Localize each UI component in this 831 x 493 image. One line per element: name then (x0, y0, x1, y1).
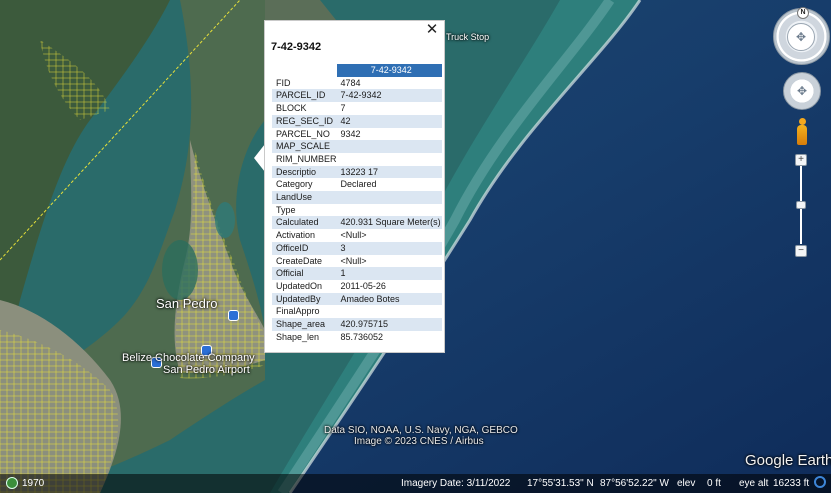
attribute-value: 42 (336, 114, 442, 128)
map-label-chocolate-company[interactable]: Belize Chocolate Company (122, 352, 255, 364)
imagery-date: Imagery Date: 3/11/2022 (401, 478, 511, 489)
attribute-row: Activation <Null> (272, 229, 442, 242)
latitude-readout: 17°55'31.53" N (527, 478, 594, 489)
attribute-row: FinalAppro (272, 305, 442, 319)
attribute-row: BLOCK 7 (272, 102, 442, 115)
attribute-key: BLOCK (272, 102, 337, 115)
attribute-value: 1 (336, 267, 442, 280)
map-label-airport[interactable]: San Pedro Airport (163, 364, 250, 376)
longitude-readout: 87°56'52.22" W (600, 478, 669, 489)
attribute-row: UpdatedOn 2011-05-26 (272, 279, 442, 293)
move-icon[interactable]: ✥ (787, 23, 815, 51)
attribute-value (336, 203, 442, 217)
attribute-key: PARCEL_NO (272, 127, 337, 141)
attribute-value: 85.736052 (336, 330, 442, 344)
attribute-value (336, 305, 442, 319)
attribute-value: 13223 17 (336, 165, 442, 179)
street-view-pegman-icon[interactable] (796, 118, 808, 146)
imagery-copyright: Image © 2023 CNES / Airbus (354, 436, 484, 447)
attribute-key: Official (272, 267, 337, 280)
hand-pan-icon[interactable]: ✥ (793, 82, 811, 100)
attribute-row: Calculated 420.931 Square Meter(s) (272, 216, 442, 230)
attribute-row: FID 4784 (272, 76, 442, 90)
attribute-key: UpdatedBy (272, 292, 337, 306)
attribute-value: 4784 (336, 76, 442, 90)
zoom-out-button[interactable]: − (795, 245, 807, 257)
attribute-row: REG_SEC_ID 42 (272, 114, 442, 128)
attribute-key: Descriptio (272, 165, 337, 179)
attribute-row: Official 1 (272, 267, 442, 280)
attribute-key: FID (272, 76, 337, 90)
attribute-key: REG_SEC_ID (272, 114, 337, 128)
imagery-credit: Data SIO, NOAA, U.S. Navy, NGA, GEBCO (324, 425, 518, 436)
attribute-key: PARCEL_ID (272, 89, 337, 103)
attribute-key: UpdatedOn (272, 279, 337, 293)
attribute-key: Activation (272, 229, 337, 242)
attribute-row: Category Declared (272, 178, 442, 192)
table-header-row: 7-42-9342 (272, 64, 442, 77)
attribute-key: Shape_len (272, 330, 337, 344)
attribute-row: PARCEL_ID 7-42-9342 (272, 89, 442, 103)
attribute-row: RIM_NUMBER (272, 152, 442, 166)
google-earth-logo: Google Earth (745, 452, 831, 469)
zoom-in-button[interactable]: + (795, 154, 807, 166)
attribute-key: MAP_SCALE (272, 140, 337, 153)
north-indicator[interactable]: N (797, 7, 809, 19)
eye-altitude-label: eye alt (739, 478, 769, 489)
map-label-san-pedro[interactable]: San Pedro (156, 296, 217, 311)
attribute-key: OfficeID (272, 241, 337, 255)
elevation-value: 0 ft (707, 478, 721, 489)
attribute-key: Calculated (272, 216, 337, 230)
attribute-row: CreateDate <Null> (272, 254, 442, 268)
history-year[interactable]: 1970 (22, 478, 44, 489)
attribute-key: FinalAppro (272, 305, 337, 319)
attribute-value (336, 152, 442, 166)
attribute-key: LandUse (272, 191, 337, 204)
attribute-value: 7-42-9342 (336, 89, 442, 103)
attribute-row: Type (272, 203, 442, 217)
attribute-row: Shape_area 420.975715 (272, 318, 442, 331)
attribute-row: UpdatedBy Amadeo Botes (272, 292, 442, 306)
attribute-value: <Null> (336, 254, 442, 268)
attribute-table: 7-42-9342 FID 4784 PARCEL_ID 7-42-9342 BLOCK… (272, 64, 442, 344)
attribute-value: Amadeo Botes (336, 292, 442, 306)
attribute-row: MAP_SCALE (272, 140, 442, 153)
attribute-value: 3 (336, 241, 442, 255)
hotel-poi-icon[interactable] (228, 310, 239, 321)
popup-title: 7-42-9342 (271, 41, 322, 53)
historical-imagery-icon[interactable] (6, 477, 18, 489)
eye-altitude-value: 16233 ft (773, 478, 810, 489)
attribute-value: 7 (336, 102, 442, 115)
status-bar: 1970 Imagery Date: 3/11/2022 17°55'31.53… (0, 474, 831, 493)
attribute-row: LandUse (272, 191, 442, 204)
attribute-row: Descriptio 13223 17 (272, 165, 442, 179)
attribute-value: 420.931 Square Meter(s) (336, 216, 442, 230)
attribute-row: PARCEL_NO 9342 (272, 127, 442, 141)
elevation-label: elev (677, 478, 696, 489)
attribute-value: <Null> (336, 229, 442, 242)
attribute-row: OfficeID 3 (272, 241, 442, 255)
attribute-value: Declared (336, 178, 442, 192)
attribute-key: Shape_area (272, 318, 337, 331)
attribute-key: RIM_NUMBER (272, 152, 337, 166)
attribute-value: 9342 (336, 127, 442, 141)
attribute-value: 2011-05-26 (336, 279, 442, 293)
attribute-value: 420.975715 (336, 318, 442, 331)
streaming-status-icon (814, 476, 826, 488)
attribute-key: CreateDate (272, 254, 337, 268)
attribute-key: Category (272, 178, 337, 192)
parcel-info-popup: ✕ 7-42-9342 7-42-9342 FID 4784 PARCEL_ID 7-… (264, 20, 445, 353)
map-label-truck-stop[interactable]: Truck Stop (446, 32, 489, 42)
attribute-value (336, 191, 442, 204)
attribute-row: Shape_len 85.736052 (272, 330, 442, 344)
zoom-slider-handle[interactable] (796, 201, 806, 209)
attribute-value (336, 140, 442, 153)
attribute-key: Type (272, 203, 337, 217)
header-key-cell (272, 64, 337, 77)
close-icon[interactable]: ✕ (424, 22, 440, 38)
header-value-cell: 7-42-9342 (336, 64, 442, 77)
